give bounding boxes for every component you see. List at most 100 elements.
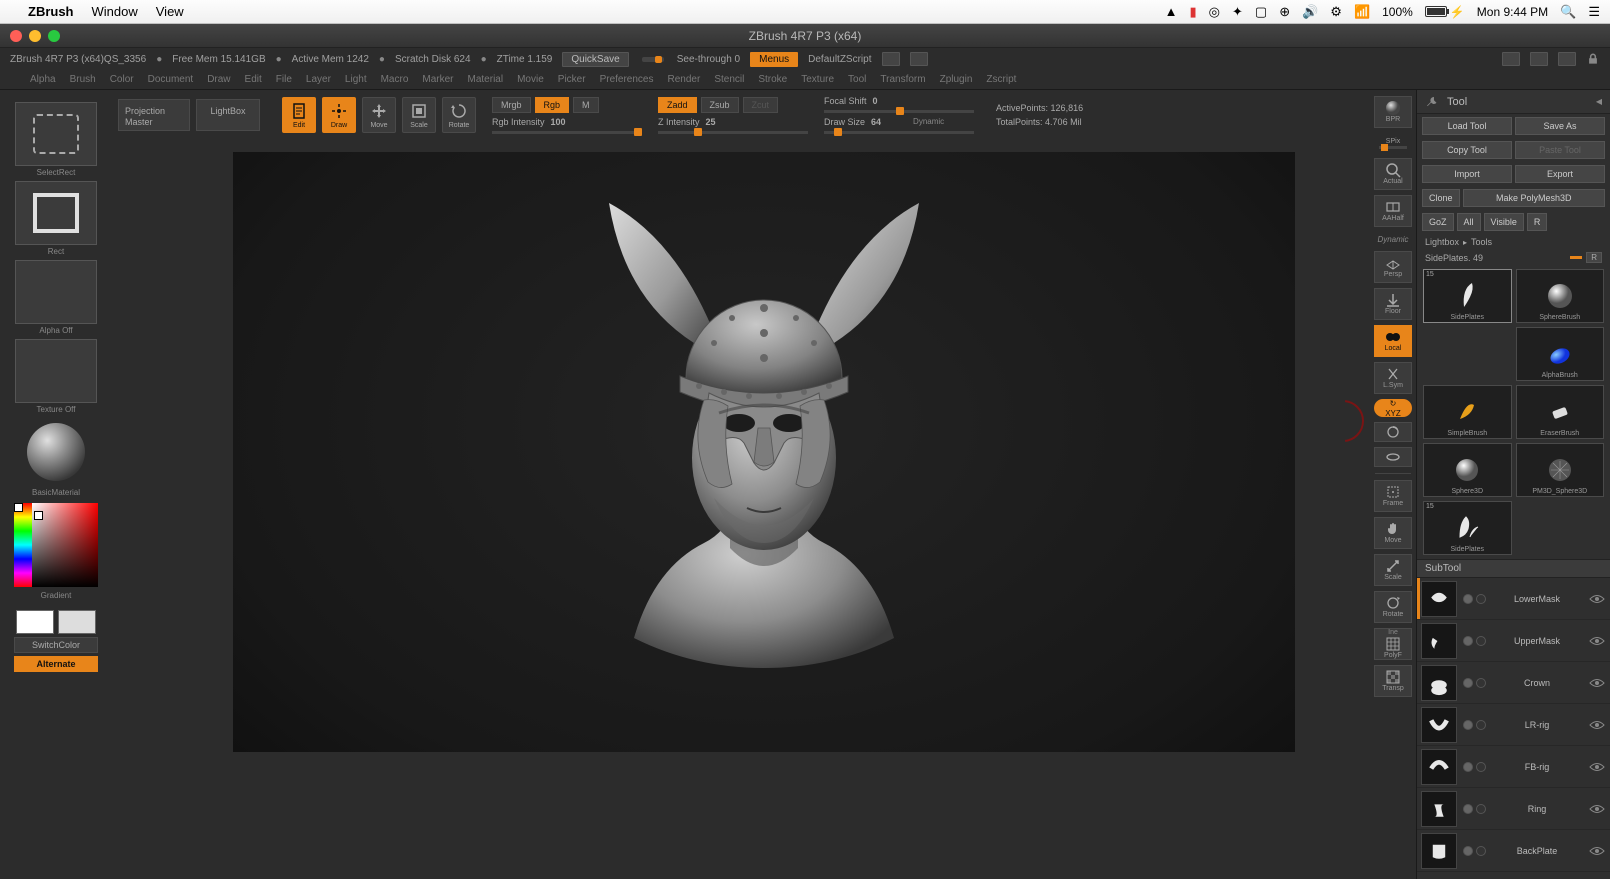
projection-master-button[interactable]: Projection Master [118,99,190,131]
save-as-button[interactable]: Save As [1515,117,1605,135]
z-intensity-slider[interactable] [658,131,808,134]
subtool-mesh-flag[interactable] [1476,636,1486,646]
subtool-header[interactable]: SubTool [1417,559,1610,578]
zsub-button[interactable]: Zsub [701,97,739,113]
eye-icon[interactable] [1588,593,1606,605]
floor-button[interactable]: Floor [1374,288,1412,320]
menu-picker[interactable]: Picker [558,74,586,85]
m-button[interactable]: M [573,97,599,113]
quicksave-slider[interactable] [642,57,664,62]
edit-mode-button[interactable]: Edit [282,97,316,133]
eye-icon[interactable] [1588,635,1606,647]
menu-extras-icon[interactable]: ☰ [1588,4,1600,20]
tool-thumb-pm3d[interactable]: PM3D_Sphere3D [1516,443,1605,497]
menu-macro[interactable]: Macro [381,74,409,85]
clock[interactable]: Mon 9:44 PM [1477,5,1548,19]
menu-stencil[interactable]: Stencil [714,74,744,85]
actual-size-button[interactable]: Actual [1374,158,1412,190]
mrgb-button[interactable]: Mrgb [492,97,531,113]
move-mode-button[interactable]: Move [362,97,396,133]
tool-thumb-simplebrush[interactable]: SimpleBrush [1423,385,1512,439]
subtool-paint-flag[interactable] [1463,678,1473,688]
close-window-button[interactable] [10,30,22,42]
tool-r-button[interactable]: R [1586,252,1602,263]
nav-scale-button[interactable]: Scale [1374,554,1412,586]
volume-icon[interactable]: 🔊 [1302,4,1318,20]
menu-layer[interactable]: Layer [306,74,331,85]
export-button[interactable]: Export [1515,165,1605,183]
battery-icon[interactable]: ⚡ [1425,5,1465,19]
subtool-paint-flag[interactable] [1463,636,1473,646]
rgb-intensity-slider[interactable] [492,131,642,134]
app-menu[interactable]: ZBrush [28,4,74,19]
subtool-mesh-flag[interactable] [1476,804,1486,814]
goz-all-button[interactable]: All [1457,213,1481,231]
goz-visible-button[interactable]: Visible [1484,213,1524,231]
draw-mode-button[interactable]: Draw [322,97,356,133]
menu-marker[interactable]: Marker [422,74,453,85]
rot-b-button[interactable] [1374,447,1412,467]
clone-button[interactable]: Clone [1422,189,1460,207]
eye-icon[interactable] [1588,845,1606,857]
menu-preferences[interactable]: Preferences [600,74,654,85]
make-polymesh3d-button[interactable]: Make PolyMesh3D [1463,189,1605,207]
minimize-window-button[interactable] [29,30,41,42]
menu-file[interactable]: File [276,74,292,85]
main-color-swatch[interactable] [16,610,54,634]
scale-mode-button[interactable]: Scale [402,97,436,133]
goz-r-button[interactable]: R [1527,213,1548,231]
gdrive-icon[interactable]: ▲ [1165,4,1178,19]
subtool-paint-flag[interactable] [1463,762,1473,772]
persp-button[interactable]: Persp [1374,251,1412,283]
menu-alpha[interactable]: Alpha [30,74,56,85]
ui-config-b-button[interactable] [1530,52,1548,66]
draw-size-value[interactable]: 64 [871,117,881,127]
stroke-rect[interactable] [15,181,97,245]
zscript-label[interactable]: DefaultZScript [808,54,871,65]
spotlight-icon[interactable]: 🔍 [1560,4,1576,20]
breadcrumb-tools[interactable]: Tools [1471,237,1492,247]
menu-transform[interactable]: Transform [880,74,925,85]
menu-material[interactable]: Material [468,74,504,85]
tool-thumb-sideplates2[interactable]: 15SidePlates [1423,501,1512,555]
subtool-row-crown[interactable]: Crown [1417,662,1610,704]
tool-thumb-eraserbrush[interactable]: EraserBrush [1516,385,1605,439]
subtool-paint-flag[interactable] [1463,804,1473,814]
transp-button[interactable]: Transp [1374,665,1412,697]
color-picker[interactable] [14,503,98,587]
displays-icon[interactable]: ▢ [1255,4,1267,20]
dropbox-icon[interactable]: ✦ [1232,4,1243,20]
goz-button[interactable]: GoZ [1422,213,1454,231]
rgb-intensity-value[interactable]: 100 [551,117,566,127]
secondary-color-swatch[interactable] [58,610,96,634]
ui-config-a-button[interactable] [1502,52,1520,66]
dynamic-label[interactable]: Dynamic [913,117,944,127]
lock-icon[interactable] [1586,52,1600,66]
xyz-button[interactable]: ↻XYZ [1374,399,1412,417]
draw-size-slider[interactable] [824,131,974,134]
subtool-row-lrrig[interactable]: LR-rig [1417,704,1610,746]
eye-icon[interactable] [1588,761,1606,773]
menu-tool[interactable]: Tool [848,74,866,85]
subtool-mesh-flag[interactable] [1476,678,1486,688]
aahalf-button[interactable]: AAHalf [1374,195,1412,227]
view-menu[interactable]: View [156,4,184,19]
alpha-slot[interactable] [15,260,97,324]
subtool-row-backplate[interactable]: BackPlate [1417,830,1610,872]
tool-thumb-sideplates[interactable]: 15SidePlates [1423,269,1512,323]
subtool-mesh-flag[interactable] [1476,846,1486,856]
menu-zplugin[interactable]: Zplugin [940,74,973,85]
wifi-icon[interactable]: 📶 [1354,4,1370,20]
lightbox-button[interactable]: LightBox [196,99,260,131]
menu-document[interactable]: Document [148,74,194,85]
subtool-mesh-flag[interactable] [1476,762,1486,772]
menu-draw[interactable]: Draw [207,74,230,85]
layout-next-button[interactable] [910,52,928,66]
current-tool-name[interactable]: SidePlates. 49 [1425,253,1483,263]
panel-collapse-icon[interactable]: ◀ [1596,97,1602,106]
tool-thumb-spherebrush[interactable]: SphereBrush [1516,269,1605,323]
menu-color[interactable]: Color [110,74,134,85]
menu-render[interactable]: Render [668,74,701,85]
frame-button[interactable]: Frame [1374,480,1412,512]
nav-move-button[interactable]: Move [1374,517,1412,549]
